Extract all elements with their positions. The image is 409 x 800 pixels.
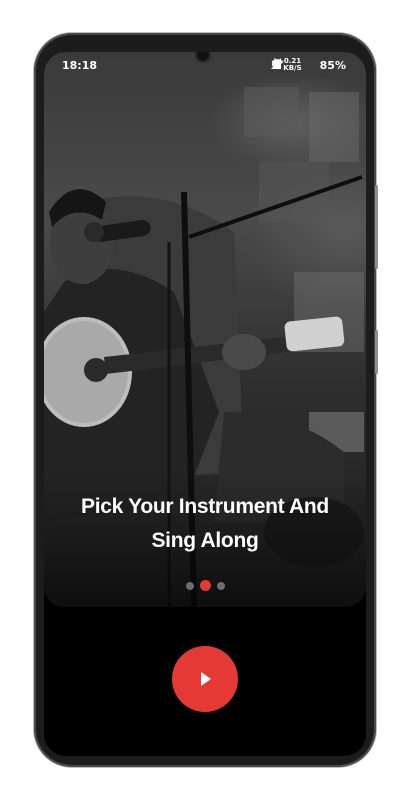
battery-level: 85% — [319, 58, 346, 72]
play-icon — [201, 672, 211, 686]
power-button — [375, 185, 378, 269]
app-screen: 18:18 0.21 KB/S 85% Pick Your Instrument… — [44, 52, 366, 756]
status-icons: 0.21 KB/S 85% — [271, 58, 346, 72]
title-line-2: Sing Along — [151, 529, 259, 552]
data-speed: 0.21 KB/S — [283, 58, 301, 72]
hero-image: 18:18 0.21 KB/S 85% Pick Your Instrument… — [44, 52, 366, 607]
page-indicator — [44, 580, 366, 591]
page-dot-3[interactable] — [216, 581, 225, 590]
page-dot-1[interactable] — [185, 581, 194, 590]
onboarding-title: Pick Your Instrument And Sing Along — [44, 490, 366, 558]
volume-button — [375, 330, 378, 374]
data-speed-unit: KB/S — [283, 64, 302, 72]
status-time: 18:18 — [62, 59, 98, 72]
page-dot-2[interactable] — [199, 580, 211, 591]
title-line-1: Pick Your Instrument And — [81, 495, 329, 518]
play-button[interactable] — [172, 646, 238, 712]
